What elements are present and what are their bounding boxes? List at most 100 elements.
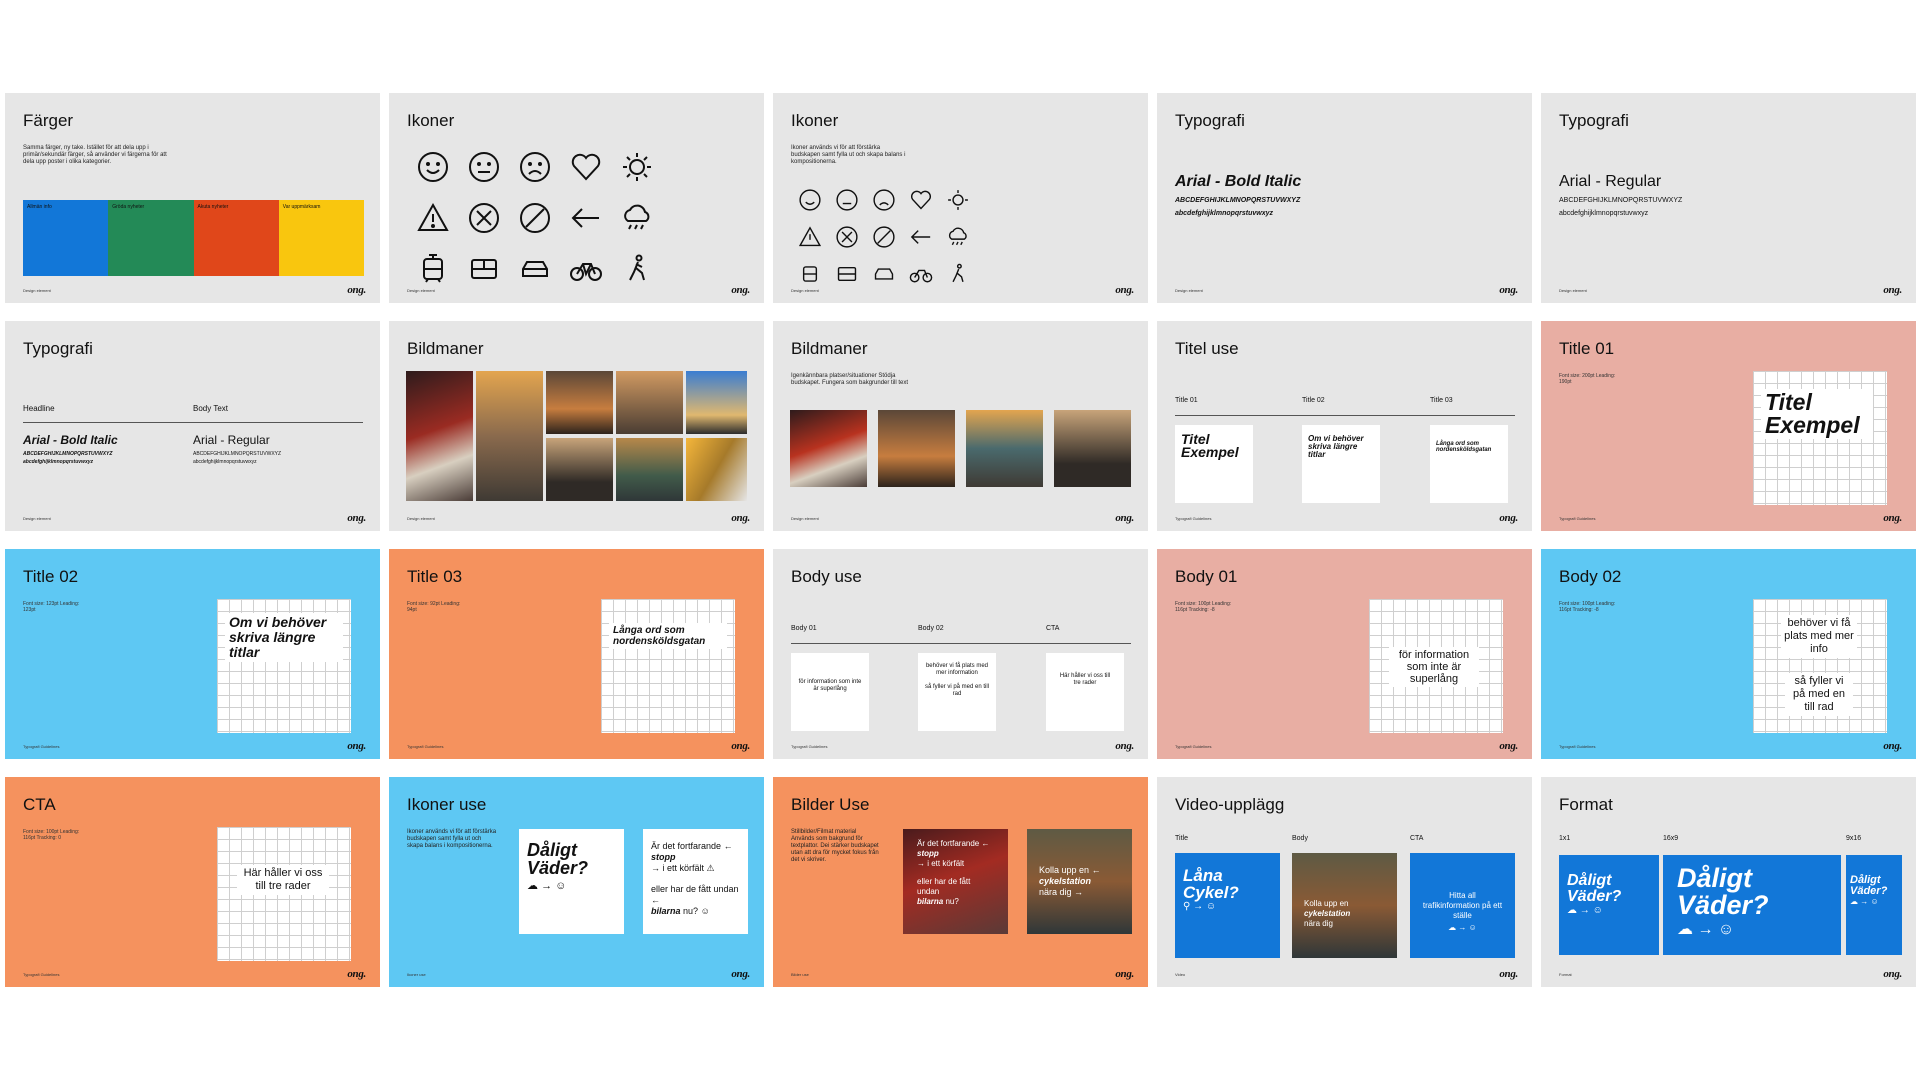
slide-typografi-3[interactable]: Typografi Headline Body Text Arial - Bol… [5,321,380,531]
card-emphasis: bilarna [651,906,681,916]
arrow-right-icon: → [1074,887,1084,897]
arrow-right-icon: → [1697,921,1714,938]
warning-icon [407,192,458,243]
slide-title: Body use [791,567,862,586]
slide-titel-use[interactable]: Titel use Title 01 Title 02 Title 03 Tit… [1157,321,1532,531]
divider [23,422,363,423]
arrow-right-icon: → [651,863,660,873]
ong-logo: ong. [1115,968,1134,980]
column-title: Body [1292,835,1308,842]
slide-ikoner[interactable]: Ikoner Design element ong. [389,93,764,303]
column-title: CTA [1410,835,1424,842]
arrow-right-icon: → [541,880,553,892]
bicycle-icon [902,255,939,292]
slide-farger[interactable]: Färger Samma färger, ny take. Istället f… [5,93,380,303]
photo-traffic [790,410,867,487]
card-text: eller har de fått undan [917,877,971,896]
forbidden-icon [865,218,902,255]
photo-tram-tracks [476,371,543,501]
card-text: nu? [683,906,699,916]
happy-face-icon [791,181,828,218]
ong-logo: ong. [731,740,750,752]
card-emphasis: bilarna [917,897,944,906]
slide-title: Färger [23,111,74,130]
icon-use-card: Är det fortfarande ← stopp → i ett körfäl… [643,829,748,934]
bicycle-icon: ⚲ [1183,901,1191,912]
card-text-3: eller har de fått undan [917,877,994,897]
swatch-blue: Allmän info [23,200,109,276]
column-title: Title [1175,835,1188,842]
slide-body-01[interactable]: Body 01 Font size: 100pt Leading: 116pt … [1157,549,1532,759]
happy-face-icon [407,141,458,192]
photo-tram-interior [878,410,955,487]
slide-description: Ikoner används vi för att förstärka buds… [791,145,906,165]
swatch-green: Gröda nyheter [108,200,194,276]
font-name: Arial - Regular [1559,173,1662,190]
sun-icon [611,141,662,192]
slide-bilder-use[interactable]: Bilder Use Stillbilder/Filmat material A… [773,777,1148,987]
warning-icon [791,218,828,255]
slide-video-upplagg[interactable]: Video-upplägg Title Body CTA Låna Cykel?… [1157,777,1532,987]
card-emphasis: stopp [917,849,939,858]
ong-logo: ong. [1115,284,1134,296]
slide-typografi-1[interactable]: Typografi Arial - Bold Italic ABCDEFGHIJ… [1157,93,1532,303]
slide-format[interactable]: Format 1x1 16x9 9x16 Dåligt Väder? ☁ → ☺… [1541,777,1916,987]
neutral-face-icon [828,181,865,218]
title-sample: Om vi behöver skriva längre titlar [225,613,343,662]
title-sample-card: Långa ord som nordensköldsgatan [1430,425,1508,503]
ong-logo: ong. [347,968,366,980]
font-specimen: Arial - Bold Italic ABCDEFGHIJKLMNOPQRST… [1175,173,1301,217]
slide-title: CTA [23,795,56,814]
video-body-card: Kolla upp en cykelstation nära dig [1292,853,1397,958]
title-sample-card: Titel Exempel [1175,425,1253,503]
slide-footer: Design element [23,516,51,521]
bicycle-icon [560,243,611,294]
slide-bildmaner-2[interactable]: Bildmaner Igenkännbara platser/situation… [773,321,1148,531]
card-text-1: Är det fortfarande ← stopp [917,839,994,859]
swatch-label: Var uppmärksam [282,204,321,210]
happy-face-icon: ☺ [1592,905,1603,916]
slide-title: Typografi [23,339,93,358]
card-text-4: bilarna nu? ☺ [651,906,740,917]
arrow-left-icon [560,192,611,243]
format-9x16-card: Dåligt Väder? ☁ → ☺ [1846,855,1902,955]
font-spec: Font size: 100pt Leading: 116pt Tracking… [1175,601,1232,613]
slide-footer: Design element [791,288,819,293]
slide-footer: Design element [1175,288,1203,293]
arrow-right-icon: → [1458,923,1467,932]
pedestrian-icon [939,255,976,292]
arrow-left-icon [902,218,939,255]
slide-bildmaner-1[interactable]: Bildmaner Design element ong. [389,321,764,531]
slide-footer: Design element [407,288,435,293]
cta-sample-card: Här håller vi oss till tre rader [1046,653,1124,731]
body-sample: så fyller vi på med en till rad [1785,673,1853,716]
slide-cta[interactable]: CTA Font size: 100pt Leading: 116pt Trac… [5,777,380,987]
slide-title-02[interactable]: Title 02 Font size: 123pt Leading: 123pt… [5,549,380,759]
slide-typografi-2[interactable]: Typografi Arial - Regular ABCDEFGHIJKLMN… [1541,93,1916,303]
divider [791,643,1131,644]
slide-title: Typografi [1559,111,1629,130]
slide-body-02[interactable]: Body 02 Font size: 100pt Leading: 116pt … [1541,549,1916,759]
ong-logo: ong. [1883,968,1902,980]
rain-cloud-icon: ☁ [1567,905,1577,916]
slide-title-03[interactable]: Title 03 Font size: 92pt Leading: 94pt L… [389,549,764,759]
slide-grid: Färger Samma färger, ny take. Istället f… [5,93,1916,987]
happy-face-icon: ☺ [1717,921,1735,938]
uppercase-specimen: ABCDEFGHIJKLMNOPQRSTUVWXYZ [23,451,113,457]
forbidden-icon [509,192,560,243]
rain-cloud-icon [611,192,662,243]
sad-face-icon [509,141,560,192]
ong-logo: ong. [347,284,366,296]
icon-row: ☁ → ☺ [527,879,616,892]
slide-title: Video-upplägg [1175,795,1285,814]
card-text-1: Kolla upp en ← [1039,865,1120,876]
slide-title-01[interactable]: Title 01 Font size: 200pt Leading: 190pt… [1541,321,1916,531]
video-cta-card: Hitta all trafikinformation på ett ställ… [1410,853,1515,958]
icon-row: ☁ → ☺ [1420,923,1505,933]
slide-body-use[interactable]: Body use Body 01 Body 02 CTA för informa… [773,549,1148,759]
slide-ikoner-2[interactable]: Ikoner Ikoner används vi för att förstär… [773,93,1148,303]
font-spec: Font size: 100pt Leading: 116pt Tracking… [1559,601,1616,613]
ong-logo: ong. [1499,968,1518,980]
slide-ikoner-use[interactable]: Ikoner use Ikoner används vi för att för… [389,777,764,987]
ong-logo: ong. [731,284,750,296]
